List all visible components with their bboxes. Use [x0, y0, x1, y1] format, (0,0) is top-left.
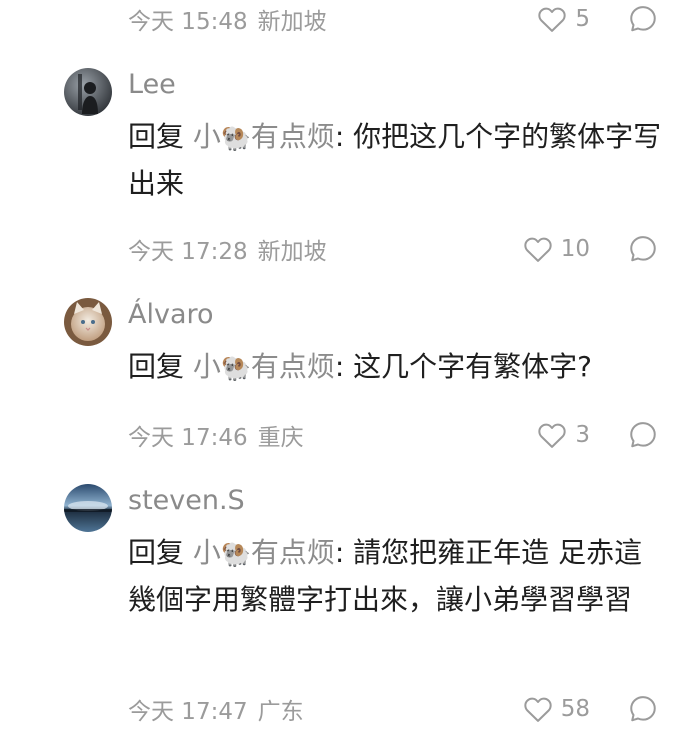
comment-username[interactable]: Álvaro: [128, 298, 214, 332]
comment-location: 广东: [257, 699, 304, 725]
comment-location: 重庆: [257, 425, 304, 451]
comment-meta-row: 今天 17:28 新加坡 10: [128, 233, 658, 265]
mention-link[interactable]: 小🐏有点烦: [193, 350, 335, 383]
mention-suffix: 有点烦: [250, 120, 335, 153]
comment-meta-row: 今天 17:46 重庆 3: [128, 419, 658, 451]
like-count: 3: [575, 422, 590, 448]
like-count: 5: [575, 6, 590, 32]
comment-time: 今天 17:47: [128, 699, 248, 725]
mention-suffix: 有点烦: [250, 350, 335, 383]
heart-outline-icon: [538, 7, 567, 32]
like-count: 10: [560, 236, 590, 262]
comment-text: 回复 小🐏有点烦: 你把这几个字的繁体字写出来: [128, 114, 668, 206]
comment-time-location: 今天 17:28 新加坡: [128, 232, 523, 266]
speech-bubble-icon[interactable]: [628, 420, 658, 450]
like-count: 58: [560, 696, 590, 722]
heart-outline-icon: [538, 423, 567, 448]
mention-link[interactable]: 小🐏有点烦: [193, 120, 335, 153]
comment-text: 回复 小🐏有点烦: 請您把雍正年造 足赤這幾個字用繁體字打出來，讓小弟學習學習: [128, 530, 668, 622]
sheep-emoji: 🐏: [220, 540, 251, 568]
reply-prefix: 回复: [128, 350, 185, 383]
mention-suffix: 有点烦: [250, 536, 335, 569]
comment-username[interactable]: Lee: [128, 68, 176, 102]
mention-name: 小: [192, 536, 221, 569]
reply-prefix: 回复: [128, 120, 185, 153]
speech-bubble-icon[interactable]: [628, 234, 658, 264]
like-button[interactable]: 10: [523, 235, 590, 263]
avatar[interactable]: [64, 68, 112, 116]
speech-bubble-icon[interactable]: [628, 694, 658, 724]
mention-link[interactable]: 小🐏有点烦: [193, 536, 335, 569]
speech-bubble-icon[interactable]: [628, 4, 658, 34]
avatar[interactable]: [64, 484, 112, 532]
comment-time: 今天 17:46: [128, 425, 248, 451]
like-button[interactable]: 5: [537, 5, 590, 33]
reply-prefix: 回复: [128, 536, 185, 569]
avatar[interactable]: [64, 298, 112, 346]
comment-meta-row: 今天 17:47 广东 58: [128, 693, 658, 725]
comment-time: 今天 15:48: [128, 9, 248, 35]
comment-content: : 这几个字有繁体字?: [334, 350, 593, 383]
comment-location: 新加坡: [257, 9, 327, 35]
heart-outline-icon: [524, 697, 552, 722]
sheep-emoji: 🐏: [220, 124, 251, 152]
comment-username[interactable]: steven.S: [128, 484, 245, 518]
comment-time-location: 今天 17:46 重庆: [128, 418, 537, 452]
mention-name: 小: [192, 350, 221, 383]
sheep-emoji: 🐏: [220, 354, 251, 382]
comment-meta-row: 今天 15:48 新加坡 5: [128, 3, 658, 35]
comment-time-location: 今天 17:47 广东: [128, 692, 523, 726]
comment-location: 新加坡: [257, 239, 327, 265]
comment-time: 今天 17:28: [128, 239, 248, 265]
comment-time-location: 今天 15:48 新加坡: [128, 2, 537, 36]
like-button[interactable]: 58: [523, 695, 590, 723]
comment-text: 回复 小🐏有点烦: 这几个字有繁体字?: [128, 344, 668, 391]
mention-name: 小: [192, 120, 221, 153]
like-button[interactable]: 3: [537, 421, 590, 449]
heart-outline-icon: [524, 237, 552, 262]
